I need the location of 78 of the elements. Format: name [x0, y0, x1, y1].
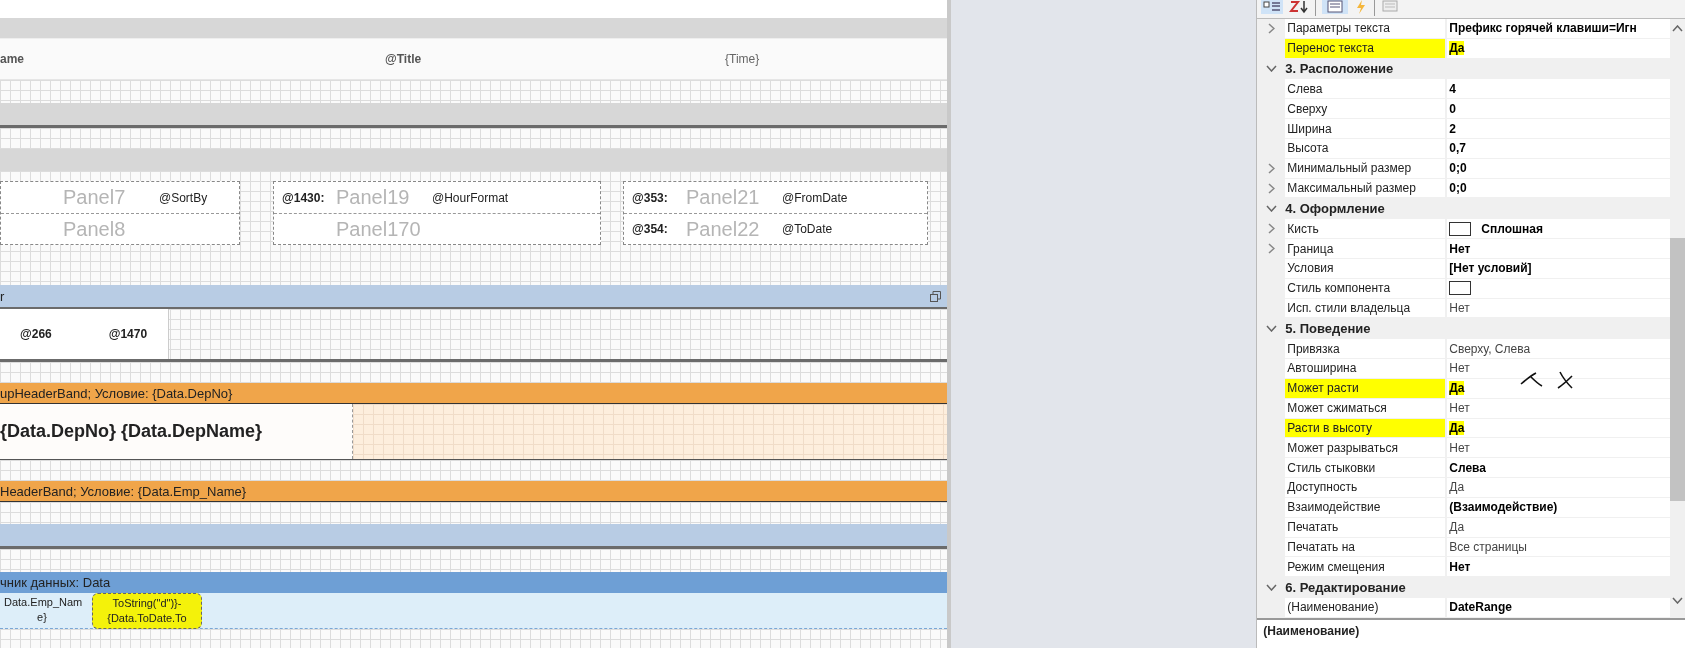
category-title[interactable]: 4. Оформление: [1285, 200, 1670, 216]
panel-name: Panel21: [686, 186, 761, 209]
chevron-down-icon[interactable]: [1265, 324, 1277, 332]
property-name[interactable]: Автоширина: [1285, 359, 1446, 378]
property-name[interactable]: Сверху: [1285, 99, 1446, 119]
property-name[interactable]: Стиль стыковки: [1285, 458, 1446, 478]
property-name[interactable]: Параметры текста: [1285, 19, 1446, 38]
category-title[interactable]: 5. Поведение: [1285, 320, 1670, 336]
panel-name: Panel170: [336, 217, 422, 241]
header-field: @1470: [108, 327, 148, 341]
group-header-band[interactable]: HeaderBand; Условие: {Data.Emp_Name}: [0, 481, 948, 502]
band-title: upHeaderBand; Условие: {Data.DepNo}: [0, 385, 233, 401]
property-value[interactable]: Нет: [1449, 241, 1471, 256]
chevron-down-icon[interactable]: [1265, 65, 1277, 73]
property-value[interactable]: Нет: [1449, 401, 1470, 416]
scroll-down-icon[interactable]: [1672, 597, 1683, 604]
property-value[interactable]: Да: [1449, 480, 1465, 495]
chevron-right-icon[interactable]: [1267, 162, 1275, 174]
property-name[interactable]: Режим смещения: [1285, 557, 1446, 577]
property-name[interactable]: Привязка: [1285, 339, 1446, 359]
property-value[interactable]: Нет: [1449, 559, 1471, 574]
band-title: r: [0, 288, 5, 304]
chevron-right-icon[interactable]: [1267, 182, 1275, 194]
data-field[interactable]: ToString("d")}- {Data.ToDate.To: [92, 593, 202, 629]
group-header-band[interactable]: upHeaderBand; Условие: {Data.DepNo}: [0, 383, 948, 404]
chevron-down-icon[interactable]: [1265, 583, 1277, 591]
property-value[interactable]: 0: [1449, 101, 1456, 116]
header-field: {Time}: [725, 52, 948, 66]
data-field[interactable]: Data.Emp_Nam e}: [0, 593, 84, 627]
chevron-right-icon[interactable]: [1267, 243, 1275, 254]
category-title[interactable]: 3. Расположение: [1285, 61, 1670, 77]
header-field: ame: [0, 52, 385, 66]
categorized-icon[interactable]: [1261, 0, 1284, 14]
header-field: @266: [20, 327, 52, 341]
sort-icon[interactable]: [1289, 0, 1310, 14]
field-label: @354:: [632, 222, 669, 236]
property-name[interactable]: Кисть: [1285, 219, 1446, 239]
header-field: @Title: [385, 52, 725, 66]
property-value[interactable]: 0;0: [1449, 161, 1467, 176]
property-value[interactable]: 0;0: [1449, 181, 1467, 196]
property-value[interactable]: 2: [1449, 121, 1456, 136]
property-name[interactable]: Ширина: [1285, 119, 1446, 138]
panel-name: Panel8: [63, 217, 127, 241]
field-value: @FromDate: [782, 190, 848, 205]
panel-name: Panel7: [63, 186, 127, 209]
property-value[interactable]: Нет: [1449, 361, 1470, 376]
chevron-right-icon[interactable]: [1267, 223, 1275, 235]
restore-icon[interactable]: [930, 290, 942, 302]
property-value[interactable]: Нет: [1449, 301, 1470, 315]
property-value[interactable]: Да: [1449, 520, 1465, 535]
property-name[interactable]: Слева: [1285, 79, 1446, 99]
chevron-right-icon[interactable]: [1267, 22, 1275, 34]
properties-icon[interactable]: [1322, 0, 1349, 14]
field-value: @HourFormat: [432, 190, 509, 205]
chevron-down-icon[interactable]: [1265, 204, 1277, 212]
property-value[interactable]: Слева: [1449, 460, 1486, 475]
property-name[interactable]: Может разрываться: [1285, 438, 1446, 458]
data-band-header[interactable]: чник данных: Data: [0, 572, 948, 593]
field-label: @353:: [632, 190, 669, 205]
scroll-up-icon[interactable]: [1672, 25, 1683, 32]
band-title: чник данных: Data: [0, 575, 111, 590]
field-label: @1430:: [282, 190, 326, 205]
scrollbar[interactable]: [1670, 19, 1685, 618]
panel-name: Panel19: [336, 186, 411, 209]
property-value[interactable]: Нет: [1449, 440, 1470, 455]
property-value[interactable]: 4: [1449, 81, 1456, 96]
description-title: (Наименование): [1263, 624, 1360, 638]
property-name[interactable]: Граница: [1285, 239, 1446, 258]
property-name[interactable]: Доступность: [1285, 478, 1446, 497]
field-value: @ToDate: [782, 222, 833, 236]
scrollbar-thumb[interactable]: [1670, 238, 1685, 501]
band-header[interactable]: r: [0, 285, 948, 309]
property-value[interactable]: 0,7: [1449, 141, 1466, 156]
field-value: @SortBy: [159, 190, 208, 205]
category-title[interactable]: 6. Редактирование: [1285, 579, 1670, 595]
property-name[interactable]: (Наименование): [1285, 598, 1446, 617]
panel-name: Panel22: [686, 217, 761, 241]
band-title: HeaderBand; Условие: {Data.Emp_Name}: [0, 483, 247, 499]
